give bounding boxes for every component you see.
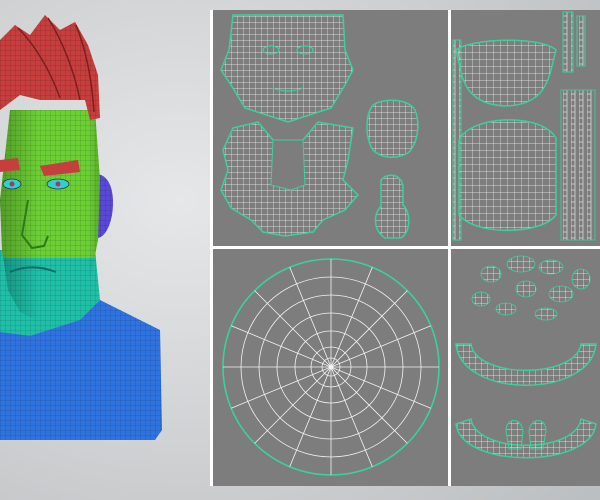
uv-shell-face xyxy=(220,14,354,123)
uv-shell-cap xyxy=(366,99,419,158)
uv-layout-scene xyxy=(0,0,600,500)
head-model-render xyxy=(0,15,162,440)
uv-panel-cap xyxy=(213,249,448,486)
uv-shell-small xyxy=(374,174,410,239)
eyebrow-left-mesh xyxy=(0,158,20,172)
uv-panel-hair xyxy=(451,10,600,246)
uv-panel-teeth xyxy=(451,249,600,486)
uv-shell-lower-gum xyxy=(455,418,597,459)
uv-panel-face xyxy=(213,10,448,246)
uv-layout-grid xyxy=(210,10,600,486)
uv-shell-hair-back xyxy=(458,119,557,232)
uv-shell-upper-gum xyxy=(455,343,597,386)
uv-shell-hair-top xyxy=(455,39,557,107)
uv-shell-circle xyxy=(222,258,440,476)
